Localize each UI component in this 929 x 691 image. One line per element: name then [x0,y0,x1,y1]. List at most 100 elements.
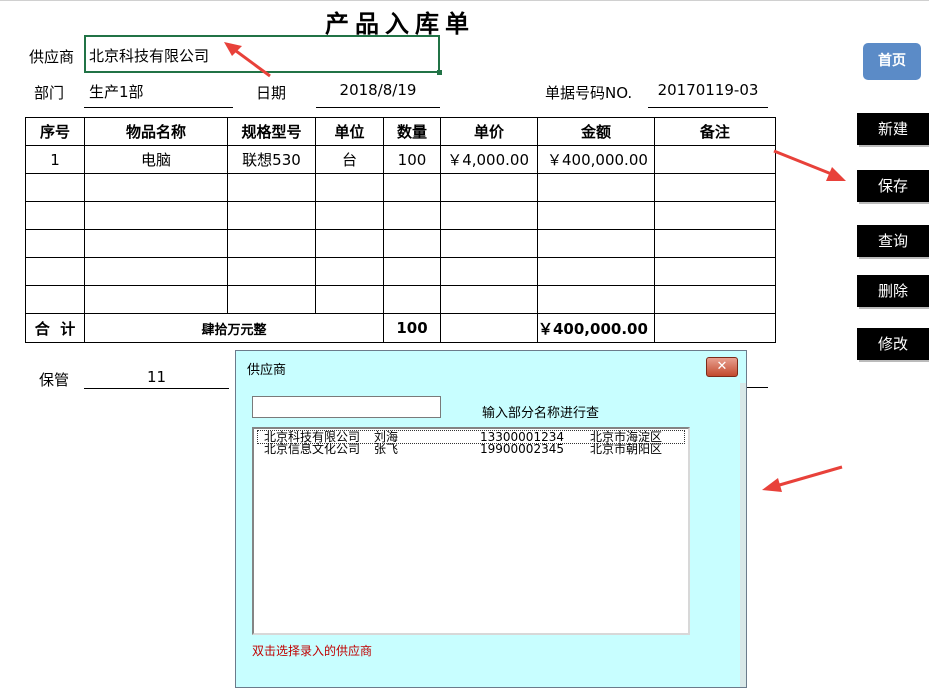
table-cell[interactable] [653,145,776,174]
table-cell[interactable] [383,173,441,202]
col-header-item-name: 物品名称 [84,117,228,146]
total-qty: 100 [383,313,441,343]
form-title: 产品入库单 [325,10,475,38]
table-cell[interactable]: ￥4,000.00 [440,145,538,174]
table-cell[interactable] [227,285,316,314]
table-row [25,257,776,286]
supplier-area: 北京市朝阳区 [590,442,663,456]
table-row [25,229,776,258]
table-cell[interactable] [383,229,441,258]
table-cell[interactable]: 台 [315,145,384,174]
supplier-phone: 19900002345 [480,442,564,456]
table-cell[interactable] [315,229,384,258]
col-header-seq: 序号 [25,117,85,146]
table-cell[interactable] [440,201,538,230]
table-cell[interactable]: 100 [383,145,441,174]
supplier-name: 北京信息文化公司 [264,442,361,456]
date-label: 日期 [256,84,287,102]
table-cell[interactable] [383,257,441,286]
home-button[interactable]: 首页 [863,43,921,80]
table-cell[interactable] [227,229,316,258]
dept-label: 部门 [34,84,65,102]
delete-button[interactable]: 删除 [857,275,929,307]
save-button[interactable]: 保存 [857,170,929,202]
table-cell[interactable] [25,257,85,286]
close-icon[interactable]: ✕ [706,357,738,377]
list-item[interactable]: 北京信息文化公司 张飞 19900002345 北京市朝阳区 [258,443,684,455]
underline-fragment [747,387,768,388]
dialog-titlebar[interactable]: 供应商 ✕ [236,351,746,382]
table-cell[interactable]: 联想530 [227,145,316,174]
table-cell[interactable] [25,285,85,314]
table-cell[interactable] [383,201,441,230]
table-cell[interactable] [537,285,655,314]
search-hint: 输入部分名称进行查 [482,406,600,421]
table-cell[interactable] [653,257,776,286]
dialog-title: 供应商 [247,363,287,378]
table-cell[interactable] [84,201,228,230]
table-cell[interactable] [653,229,776,258]
doc-no-label: 单据号码NO. [545,84,633,102]
table-cell[interactable]: 电脑 [84,145,228,174]
table-header-row: 序号 物品名称 规格型号 单位 数量 单价 金额 备注 [25,117,776,146]
items-table: 序号 物品名称 规格型号 单位 数量 单价 金额 备注 1 电脑 联想530 台… [25,117,776,343]
annotation-arrow-save [773,149,846,181]
table-cell[interactable] [315,201,384,230]
supplier-contact: 张飞 [374,442,399,456]
annotation-arrow-dialog [762,465,843,492]
table-cell[interactable]: ￥400,000.00 [537,145,655,174]
table-cell[interactable] [440,173,538,202]
table-cell[interactable]: 1 [25,145,85,174]
table-row [25,201,776,230]
table-cell[interactable] [653,285,776,314]
table-cell[interactable] [84,257,228,286]
total-price-empty [440,313,538,343]
table-cell[interactable] [84,229,228,258]
supplier-search-input[interactable] [252,396,441,418]
table-cell[interactable] [227,257,316,286]
supplier-value: 北京科技有限公司 [89,47,210,65]
table-cell[interactable] [84,173,228,202]
table-cell[interactable] [440,285,538,314]
table-cell[interactable] [315,173,384,202]
table-cell[interactable] [25,229,85,258]
table-cell[interactable] [315,257,384,286]
table-cell[interactable] [25,173,85,202]
table-cell[interactable] [227,173,316,202]
supplier-label: 供应商 [29,48,75,66]
table-row [25,173,776,202]
supplier-dialog: 供应商 ✕ 输入部分名称进行查 北京科技有限公司 刘海 13300001234 … [235,350,747,688]
table-cell[interactable] [653,201,776,230]
col-header-unit: 单位 [315,117,384,146]
col-header-spec: 规格型号 [227,117,316,146]
table-cell[interactable] [25,201,85,230]
table-cell[interactable] [440,257,538,286]
table-cell[interactable] [537,257,655,286]
keeper-value[interactable]: 11 [84,368,229,389]
table-cell[interactable] [537,173,655,202]
supplier-listbox[interactable]: 北京科技有限公司 刘海 13300001234 北京市海淀区 北京信息文化公司 … [252,427,690,635]
table-cell[interactable] [537,229,655,258]
col-header-qty: 数量 [383,117,441,146]
table-row [25,285,776,314]
total-remark-empty [653,313,776,343]
total-amount: ￥400,000.00 [537,313,655,343]
dept-value[interactable]: 生产1部 [84,81,233,108]
dialog-footer-hint: 双击选择录入的供应商 [252,644,373,658]
modify-button[interactable]: 修改 [857,328,929,360]
fill-handle[interactable] [437,70,442,75]
table-cell[interactable] [537,201,655,230]
table-cell[interactable] [653,173,776,202]
table-cell[interactable] [227,201,316,230]
table-cell[interactable] [84,285,228,314]
table-cell[interactable] [315,285,384,314]
date-value[interactable]: 2018/8/19 [316,81,440,108]
col-header-price: 单价 [440,117,538,146]
table-cell[interactable] [440,229,538,258]
new-button[interactable]: 新建 [857,113,929,145]
doc-no-value[interactable]: 20170119-03 [648,81,768,108]
query-button[interactable]: 查询 [857,225,929,257]
dialog-scrollbar[interactable] [740,383,746,687]
col-header-remark: 备注 [653,117,776,146]
table-cell[interactable] [383,285,441,314]
